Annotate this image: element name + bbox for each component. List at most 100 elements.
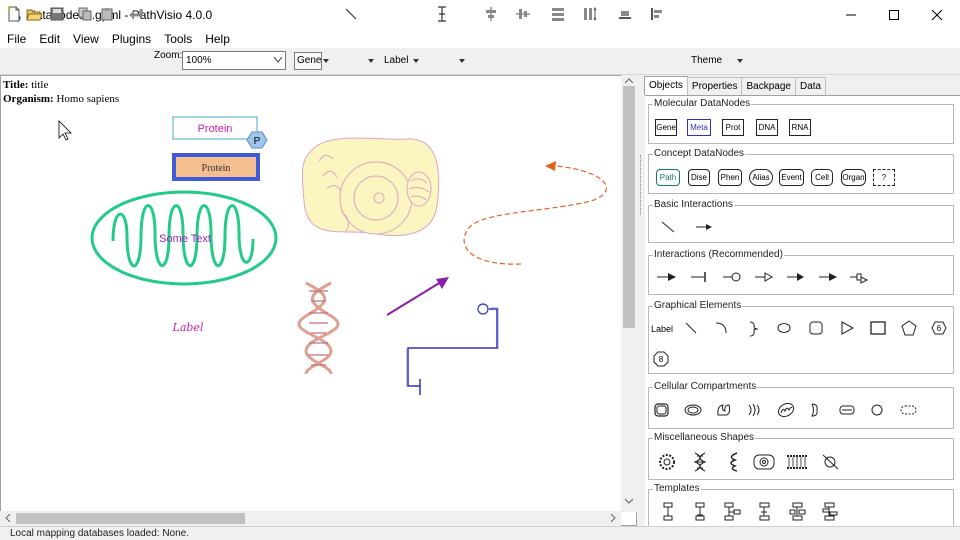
tab-backpage[interactable]: Backpage [741,77,796,95]
paste-button[interactable] [98,4,116,24]
text-cursor-button[interactable] [434,4,450,24]
align-center-button[interactable] [482,4,500,24]
stack-vertical-button[interactable] [549,4,567,24]
template-simple-interaction-icon[interactable] [661,502,675,522]
scroll-right-icon[interactable] [610,514,616,522]
hexagon-icon[interactable]: 6 [931,320,947,336]
phenotype-node-button[interactable]: Phen [718,169,742,186]
triangle-icon[interactable] [839,320,855,336]
new-button[interactable] [5,4,23,24]
pentagon-icon[interactable] [901,320,917,336]
degradation-icon[interactable] [821,452,841,472]
theme-dropdown-arrow-icon[interactable] [737,59,743,63]
purple-interaction[interactable] [386,281,442,316]
copy-button[interactable] [76,4,94,24]
undefined-node-button[interactable]: ? [873,169,895,186]
rna-shape-icon[interactable] [725,452,741,472]
horizontal-scroll-thumb[interactable] [16,513,245,524]
tab-properties[interactable]: Properties [686,77,743,95]
vesicle-compartment-icon[interactable] [869,402,885,418]
free-label[interactable]: Label [172,321,204,334]
conversion-icon[interactable] [754,271,774,283]
disease-node-button[interactable]: Dise [688,169,710,186]
scroll-down-icon[interactable] [625,498,633,504]
align-left-button[interactable] [648,4,666,24]
theme-button[interactable]: Theme [691,55,722,66]
datanode-type-combo[interactable]: Gene [294,52,322,70]
cell-shape[interactable] [301,137,440,236]
membrane-icon[interactable] [785,452,809,472]
close-button[interactable] [914,0,960,30]
menu-tools[interactable]: Tools [157,31,198,47]
save-button[interactable] [48,4,66,24]
protein-complex-icon[interactable] [656,452,678,472]
template-complex-icon[interactable] [789,502,807,522]
align-middle-button[interactable] [514,4,532,24]
gene-node-button[interactable]: Gene [655,119,677,136]
menu-view[interactable]: View [66,31,105,47]
cell-shape-icon[interactable] [752,452,776,472]
vertical-scroll-thumb[interactable] [623,86,635,328]
label-tool-button[interactable]: Label [384,55,408,66]
menu-help[interactable]: Help [198,31,236,47]
graphical-line-icon[interactable] [684,321,700,335]
template-phosphorylation-icon[interactable] [757,502,773,522]
rounded-rectangle-icon[interactable] [808,320,824,336]
translocation-arrow-icon[interactable] [818,271,838,283]
dna-node-button[interactable]: DNA [756,119,778,136]
octagon-icon[interactable]: 8 [653,351,669,367]
dna-shape-icon[interactable] [692,452,708,472]
template-stimulation-icon[interactable] [723,502,741,522]
label-element-button[interactable]: Label [651,324,673,334]
cell-node-button[interactable]: Cell [811,169,833,186]
rectangle-icon[interactable] [869,320,887,336]
elbow-interaction[interactable] [407,308,498,387]
stimulation-arrow-icon[interactable] [656,271,678,283]
curved-interaction[interactable] [463,165,607,265]
undo-button[interactable] [127,4,145,24]
stack-horizontal-button[interactable] [581,4,601,24]
line-tool-button[interactable] [342,4,360,24]
catalysis-icon[interactable] [722,271,742,283]
maximize-button[interactable] [871,0,917,30]
minimize-button[interactable] [828,0,874,30]
line-interaction-icon[interactable] [660,220,676,234]
endoplasmic-reticulum-icon[interactable] [715,402,733,418]
binding-arrow-icon[interactable] [786,271,806,283]
dna-shape[interactable] [297,281,340,375]
elbow-line-icon[interactable] [714,321,730,335]
metabolite-node-button[interactable]: Meta [687,119,711,136]
scroll-up-icon[interactable] [625,78,633,84]
open-button[interactable] [25,4,43,24]
alias-node-button[interactable]: Alias [749,169,773,186]
event-node-button[interactable]: Event [779,169,804,186]
template-reaction-icon[interactable] [821,502,839,522]
scroll-left-icon[interactable] [5,514,11,522]
menu-file[interactable]: File [0,31,32,47]
nucleus-compartment-icon[interactable] [683,402,703,418]
menu-edit[interactable]: Edit [32,31,66,47]
label-dropdown-arrow-icon[interactable] [413,59,419,63]
arrow-interaction-icon[interactable] [694,220,714,234]
extracellular-region-icon[interactable] [899,402,919,418]
zoom-combo[interactable]: 100% [182,51,286,70]
align-bottom-button[interactable] [616,4,634,24]
pathway-canvas[interactable]: Protein P Protein Some Text Label [0,75,637,526]
organ-node-button[interactable]: Organ [841,169,866,186]
menu-plugins[interactable]: Plugins [105,31,157,47]
tab-objects[interactable]: Objects [644,76,688,95]
arc-icon[interactable] [776,321,792,335]
protein-node-button[interactable]: Prot [722,119,744,136]
gene-dropdown-arrow-icon[interactable] [323,59,329,63]
rna-node-button[interactable]: RNA [789,119,811,136]
template-inhibition-icon[interactable] [693,502,707,522]
golgi-apparatus-icon[interactable] [746,402,764,418]
pathway-node-button[interactable]: Path [656,169,680,186]
cursor-dropdown-arrow-icon[interactable] [459,59,465,63]
transcription-arrow-icon[interactable] [849,271,869,285]
mitochondria-compartment-icon[interactable] [776,402,796,418]
brace-icon[interactable] [746,321,760,337]
lysosome-compartment-icon[interactable] [838,402,856,418]
line-dropdown-arrow-icon[interactable] [368,59,374,63]
tab-data[interactable]: Data [794,77,827,95]
